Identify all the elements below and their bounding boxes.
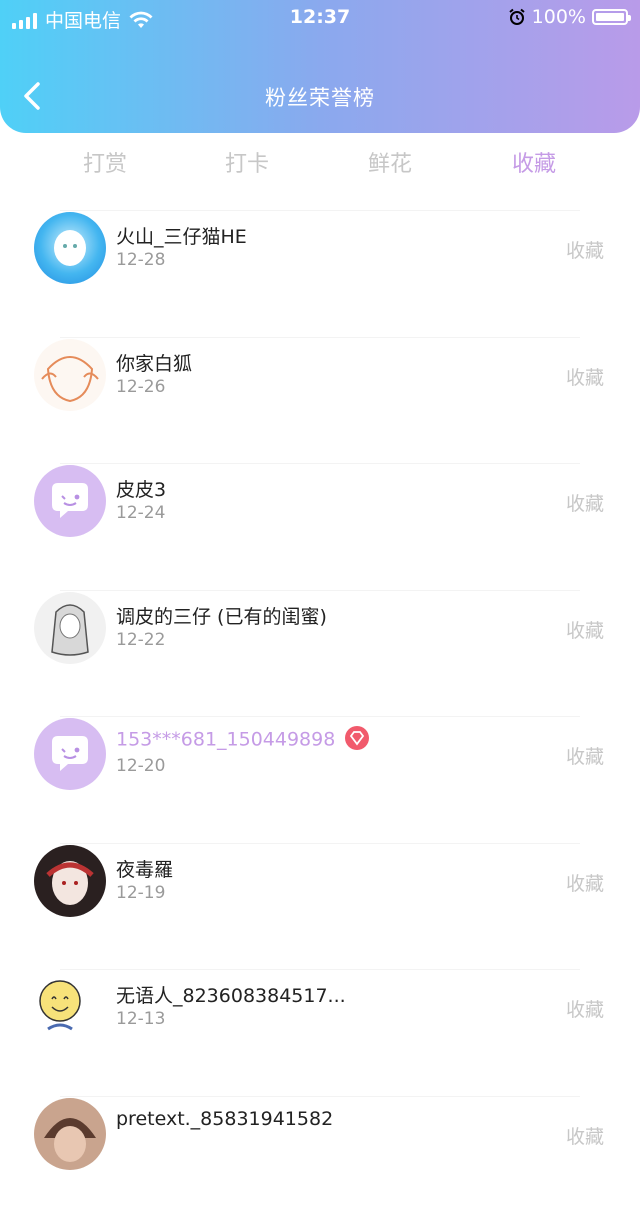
favorite-label: 收藏 (566, 236, 604, 263)
user-name: 皮皮3 (116, 475, 166, 502)
user-name: 调皮的三仔 (已有的闺蜜) (116, 602, 327, 629)
favorite-label: 收藏 (566, 869, 604, 896)
favorite-label: 收藏 (566, 1122, 604, 1149)
list-item[interactable]: 调皮的三仔 (已有的闺蜜) 12-22 收藏 (0, 590, 640, 717)
item-date: 12-26 (116, 377, 165, 397)
avatar (34, 465, 106, 537)
avatar (34, 339, 106, 411)
list-item[interactable]: 火山_三仔猫HE 12-28 收藏 (0, 210, 640, 337)
avatar (34, 971, 106, 1043)
list-item[interactable]: 你家白狐 12-26 收藏 (0, 337, 640, 464)
avatar (34, 592, 106, 664)
user-name: 153***681_150449898 (116, 728, 369, 752)
status-bar: 中国电信 12:37 100% (0, 0, 640, 36)
chat-bubble-icon (34, 718, 106, 790)
fan-list: 火山_三仔猫HE 12-28 收藏 你家白狐 12-26 收藏 皮皮3 12-2… (0, 210, 640, 1222)
page-title: 粉丝荣誉榜 (0, 82, 640, 112)
item-date: 12-24 (116, 503, 165, 523)
favorite-label: 收藏 (566, 616, 604, 643)
tab-bar: 打赏 打卡 鲜花 收藏 (0, 146, 640, 186)
user-name: 你家白狐 (116, 349, 192, 376)
header-bar: 中国电信 12:37 100% 粉丝荣誉榜 (0, 0, 640, 133)
item-date: 12-20 (116, 756, 165, 776)
list-item[interactable]: pretext._85831941582 收藏 (0, 1096, 640, 1222)
user-name: 火山_三仔猫HE (116, 222, 247, 249)
avatar (34, 718, 106, 790)
item-date: 12-13 (116, 1009, 165, 1029)
avatar (34, 845, 106, 917)
tab-favorites[interactable]: 收藏 (484, 146, 584, 178)
list-item[interactable]: 153***681_150449898 12-20 收藏 (0, 716, 640, 843)
item-date: 12-28 (116, 250, 165, 270)
battery-icon (592, 9, 628, 25)
list-item[interactable]: 无语人_823608384517... 12-13 收藏 (0, 969, 640, 1096)
user-name-text: 153***681_150449898 (116, 729, 335, 751)
list-item[interactable]: 夜毒羅 12-19 收藏 (0, 843, 640, 970)
vip-diamond-icon (345, 726, 369, 750)
user-name: 夜毒羅 (116, 855, 173, 882)
user-name: 无语人_823608384517... (116, 981, 346, 1008)
alarm-icon (508, 8, 526, 26)
avatar (34, 212, 106, 284)
battery-percent: 100% (532, 6, 586, 28)
favorite-label: 收藏 (566, 742, 604, 769)
favorite-label: 收藏 (566, 363, 604, 390)
list-item[interactable]: 皮皮3 12-24 收藏 (0, 463, 640, 590)
favorite-label: 收藏 (566, 489, 604, 516)
item-date: 12-19 (116, 883, 165, 903)
avatar (34, 1098, 106, 1170)
tab-tips[interactable]: 打赏 (55, 146, 155, 178)
item-date: 12-22 (116, 630, 165, 650)
tab-flowers[interactable]: 鲜花 (340, 146, 440, 178)
status-right: 100% (508, 6, 628, 28)
favorite-label: 收藏 (566, 995, 604, 1022)
tab-checkin[interactable]: 打卡 (197, 146, 297, 178)
chat-bubble-icon (34, 465, 106, 537)
user-name: pretext._85831941582 (116, 1108, 333, 1130)
